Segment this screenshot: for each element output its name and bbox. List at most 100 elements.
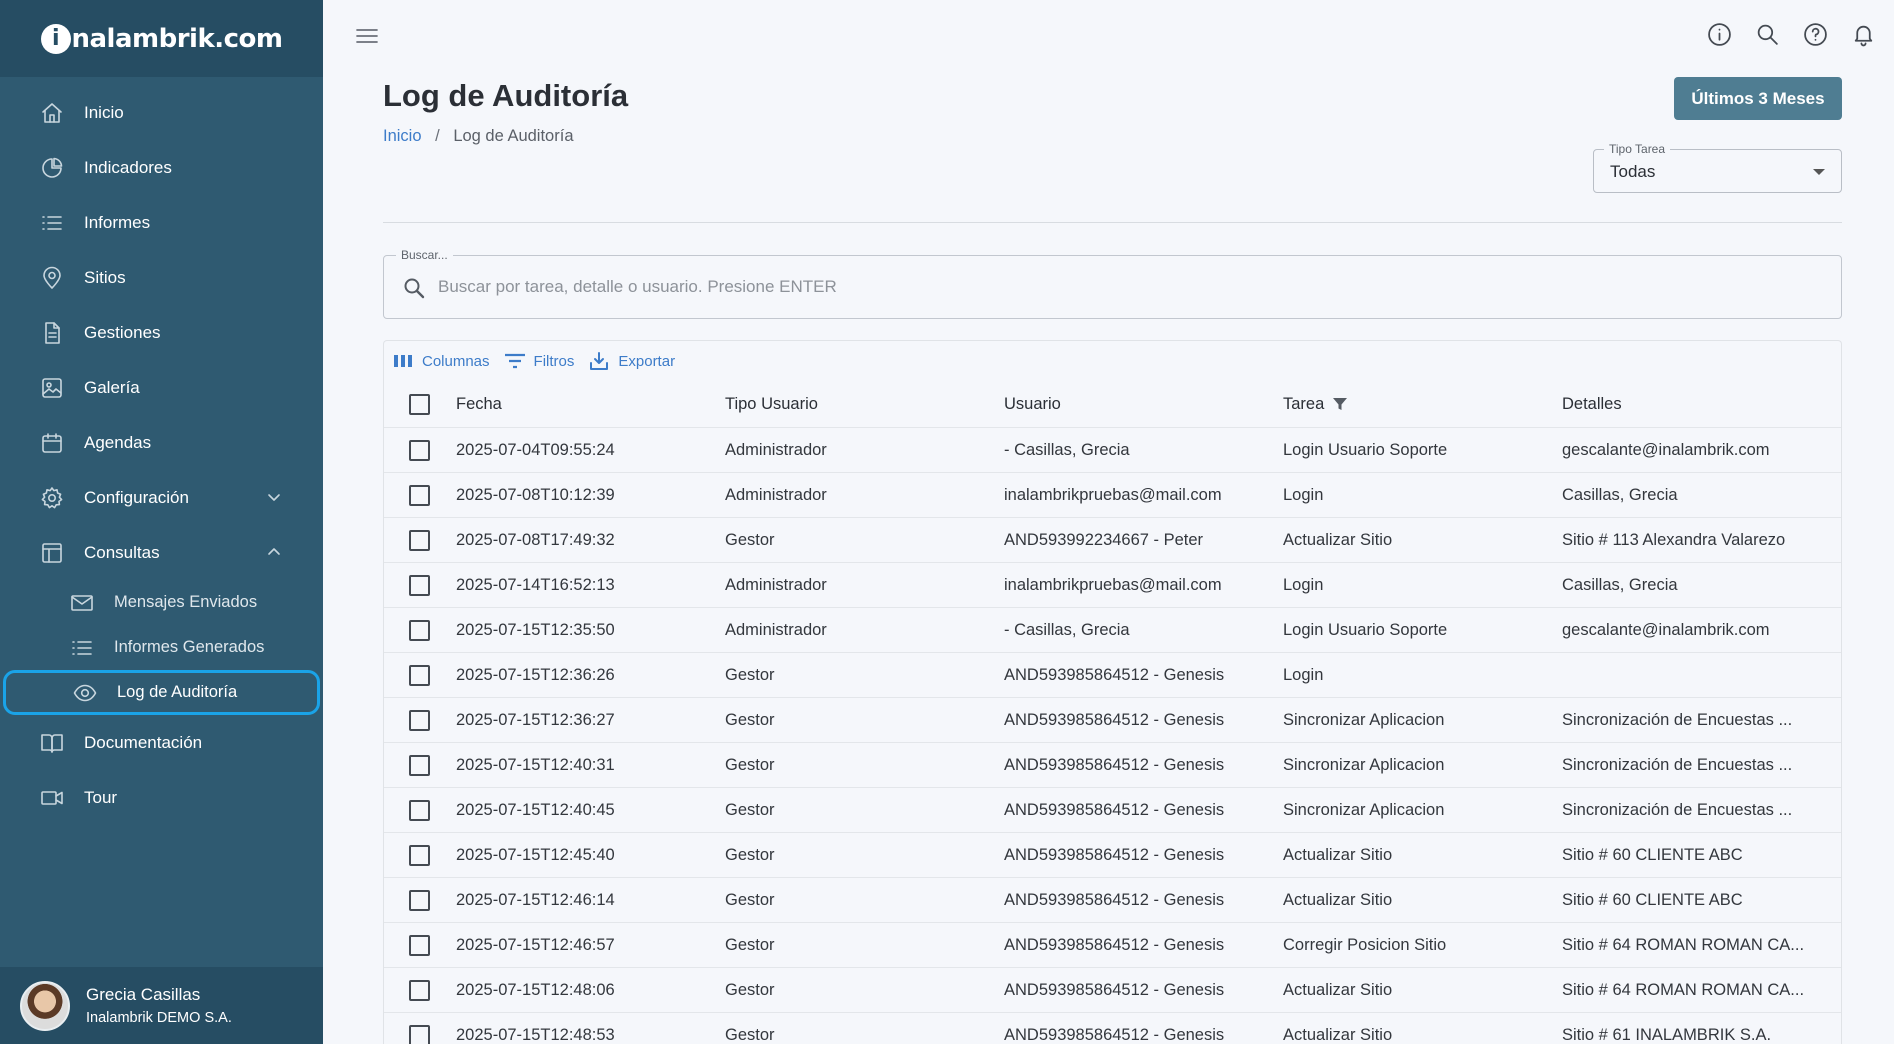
sidebar-item-indicadores[interactable]: Indicadores <box>0 140 323 195</box>
list-icon <box>70 636 94 660</box>
column-header-usuario[interactable]: Usuario <box>1004 395 1283 414</box>
search-icon <box>404 278 425 299</box>
sidebar-item-gestiones[interactable]: Gestiones <box>0 305 323 360</box>
book-icon <box>40 731 64 755</box>
app-root: i nalambrik.com Inicio Indicadores Infor… <box>0 0 1894 1044</box>
sidebar-item-documentacion[interactable]: Documentación <box>0 715 323 770</box>
sidebar-subitem-mensajes-enviados[interactable]: Mensajes Enviados <box>0 580 323 625</box>
column-header-tipo-usuario[interactable]: Tipo Usuario <box>725 395 1004 414</box>
row-select-cell <box>384 439 446 461</box>
filter-active-icon[interactable] <box>1332 396 1348 412</box>
user-company: Inalambrik DEMO S.A. <box>86 1010 232 1026</box>
search-input[interactable] <box>438 270 1779 304</box>
row-checkbox[interactable] <box>408 754 430 776</box>
column-header-detalles[interactable]: Detalles <box>1562 395 1841 414</box>
table-row[interactable]: 2025-07-08T17:49:32 Gestor AND593992234667… <box>384 518 1841 563</box>
table-row[interactable]: 2025-07-04T09:55:24 Administrador - Casill… <box>384 428 1841 473</box>
row-checkbox[interactable] <box>408 664 430 686</box>
table-row[interactable]: 2025-07-15T12:40:45 Gestor AND593985864512… <box>384 788 1841 833</box>
row-checkbox[interactable] <box>408 529 430 551</box>
date-range-button[interactable]: Últimos 3 Meses <box>1674 77 1842 120</box>
column-header-tarea[interactable]: Tarea <box>1283 395 1562 414</box>
home-icon <box>40 101 64 125</box>
row-checkbox[interactable] <box>408 439 430 461</box>
columns-label: Columnas <box>422 352 490 370</box>
cell-fecha: 2025-07-15T12:40:31 <box>456 755 615 774</box>
row-checkbox[interactable] <box>408 574 430 596</box>
row-select-cell <box>384 1024 446 1044</box>
row-checkbox[interactable] <box>408 979 430 1001</box>
cell-tipo-usuario: Administrador <box>725 620 827 639</box>
cell-usuario: AND593985864512 - Genesis <box>1004 665 1225 684</box>
row-checkbox[interactable] <box>408 484 430 506</box>
table-header-row: Fecha Tipo Usuario Usuario Tarea Detalle… <box>384 381 1841 428</box>
table-row[interactable]: 2025-07-15T12:48:06 Gestor AND593985864512… <box>384 968 1841 1013</box>
sidebar-subitem-informes-generados[interactable]: Informes Generados <box>0 625 323 670</box>
sidebar-subitem-log-auditoria[interactable]: Log de Auditoría <box>3 670 320 715</box>
sidebar-item-label: Tour <box>84 787 118 807</box>
search-icon[interactable] <box>1755 22 1780 47</box>
sidebar-item-label: Consultas <box>84 542 160 562</box>
row-checkbox[interactable] <box>408 799 430 821</box>
sidebar-item-galeria[interactable]: Galería <box>0 360 323 415</box>
cell-fecha: 2025-07-15T12:48:06 <box>456 980 615 999</box>
info-icon[interactable] <box>1707 22 1732 47</box>
table-row[interactable]: 2025-07-15T12:35:50 Administrador - Casill… <box>384 608 1841 653</box>
bell-icon[interactable] <box>1851 22 1876 47</box>
table-row[interactable]: 2025-07-08T10:12:39 Administrador inalambr… <box>384 473 1841 518</box>
columns-button[interactable]: Columnas <box>392 351 490 371</box>
sidebar-subitem-label: Informes Generados <box>114 638 265 656</box>
row-checkbox[interactable] <box>408 1024 430 1044</box>
table-row[interactable]: 2025-07-15T12:36:27 Gestor AND593985864512… <box>384 698 1841 743</box>
row-checkbox[interactable] <box>408 844 430 866</box>
task-type-value: Todas <box>1610 162 1656 181</box>
cell-fecha: 2025-07-15T12:36:26 <box>456 665 615 684</box>
sidebar-item-configuracion[interactable]: Configuración <box>0 470 323 525</box>
list-icon <box>40 211 64 235</box>
pie-chart-icon <box>40 156 64 180</box>
search-field[interactable]: Buscar... <box>383 248 1842 319</box>
task-type-select[interactable]: Tipo Tarea Todas <box>1593 142 1842 193</box>
column-header-fecha[interactable]: Fecha <box>446 395 725 414</box>
row-checkbox[interactable] <box>408 709 430 731</box>
sidebar-item-sitios[interactable]: Sitios <box>0 250 323 305</box>
table-row[interactable]: 2025-07-15T12:40:31 Gestor AND593985864512… <box>384 743 1841 788</box>
table-icon <box>40 541 64 565</box>
cell-tipo-usuario: Gestor <box>725 530 775 549</box>
page-title: Log de Auditoría <box>383 78 629 113</box>
table-row[interactable]: 2025-07-15T12:48:53 Gestor AND593985864512… <box>384 1013 1841 1044</box>
cell-usuario: - Casillas, Grecia <box>1004 440 1130 459</box>
cell-tarea: Corregir Posicion Sitio <box>1283 935 1447 954</box>
sidebar-item-label: Configuración <box>84 487 189 507</box>
table-row[interactable]: 2025-07-15T12:45:40 Gestor AND593985864512… <box>384 833 1841 878</box>
table-row[interactable]: 2025-07-15T12:46:57 Gestor AND593985864512… <box>384 923 1841 968</box>
cell-tipo-usuario: Administrador <box>725 575 827 594</box>
sidebar-item-informes[interactable]: Informes <box>0 195 323 250</box>
sidebar-item-label: Agendas <box>84 432 152 452</box>
table-row[interactable]: 2025-07-15T12:36:26 Gestor AND593985864512… <box>384 653 1841 698</box>
row-checkbox[interactable] <box>408 619 430 641</box>
sidebar-item-tour[interactable]: Tour <box>0 770 323 825</box>
table-row[interactable]: 2025-07-15T12:46:14 Gestor AND593985864512… <box>384 878 1841 923</box>
breadcrumb-home-link[interactable]: Inicio <box>383 127 422 145</box>
cell-detalles: Sincronización de Encuestas ... <box>1562 755 1793 774</box>
cell-detalles: gescalante@inalambrik.com <box>1562 620 1770 639</box>
menu-icon[interactable] <box>355 26 379 46</box>
table-row[interactable]: 2025-07-14T16:52:13 Administrador inalambr… <box>384 563 1841 608</box>
sidebar-item-consultas[interactable]: Consultas <box>0 525 323 580</box>
user-profile[interactable]: Grecia Casillas Inalambrik DEMO S.A. <box>0 967 323 1044</box>
brand-logo[interactable]: i nalambrik.com <box>40 23 283 54</box>
row-checkbox[interactable] <box>408 934 430 956</box>
sidebar-item-inicio[interactable]: Inicio <box>0 85 323 140</box>
sidebar-item-label: Sitios <box>84 267 126 287</box>
select-all-checkbox[interactable] <box>408 393 430 415</box>
table-toolbar: Columnas Filtros Exportar <box>384 341 1841 381</box>
sidebar-item-agendas[interactable]: Agendas <box>0 415 323 470</box>
filters-button[interactable]: Filtros <box>504 351 574 371</box>
row-checkbox[interactable] <box>408 889 430 911</box>
cell-fecha: 2025-07-15T12:36:27 <box>456 710 615 729</box>
export-button[interactable]: Exportar <box>588 351 675 371</box>
top-actions <box>1707 22 1876 47</box>
help-icon[interactable] <box>1803 22 1828 47</box>
chevron-down-icon <box>268 494 280 501</box>
